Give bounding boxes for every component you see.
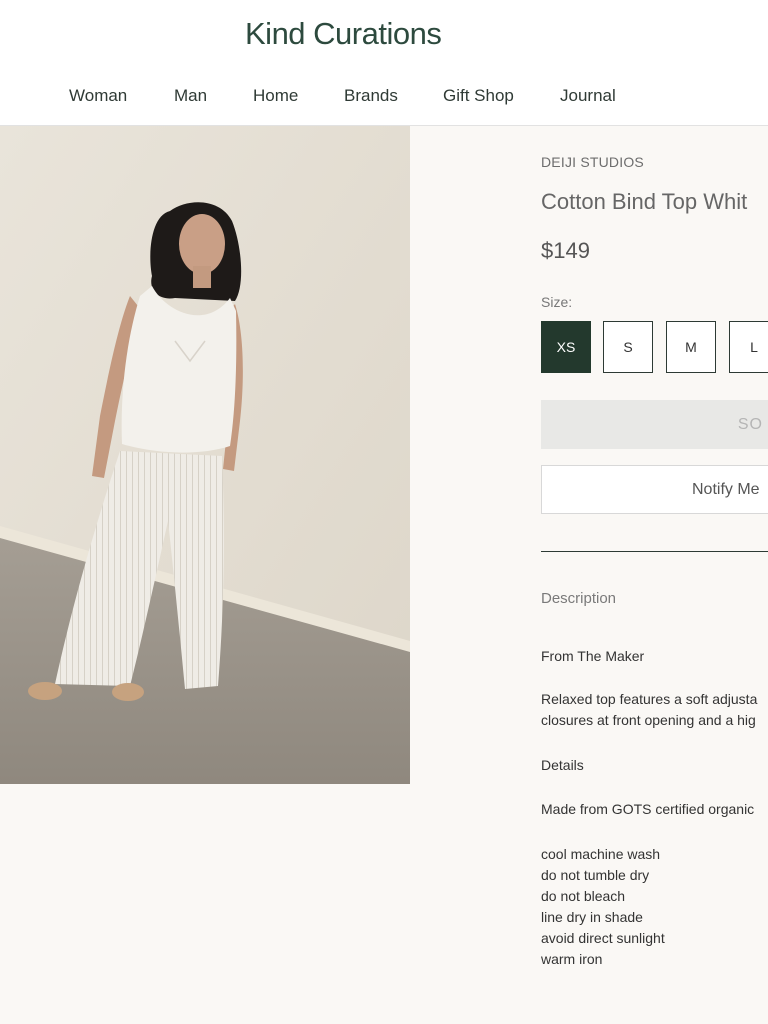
care-item: warm iron xyxy=(541,951,603,967)
size-option-xs[interactable]: XS xyxy=(541,321,591,373)
nav-home[interactable]: Home xyxy=(253,86,298,106)
nav-brands[interactable]: Brands xyxy=(344,86,398,106)
size-option-m[interactable]: M xyxy=(666,321,716,373)
nav-woman[interactable]: Woman xyxy=(69,86,127,106)
section-divider xyxy=(541,551,768,552)
product-title: Cotton Bind Top Whit xyxy=(541,189,748,214)
size-option-s[interactable]: S xyxy=(603,321,653,373)
care-item: cool machine wash xyxy=(541,846,661,862)
product-image[interactable] xyxy=(0,126,410,784)
sold-out-button[interactable]: SO xyxy=(541,400,768,449)
care-item: do not tumble dry xyxy=(541,867,650,883)
notify-me-label: Notify Me xyxy=(692,480,760,498)
description-heading[interactable]: Description xyxy=(541,590,616,607)
product-info: DEIJI STUDIOS Cotton Bind Top Whit $149 … xyxy=(541,126,768,1024)
care-item: do not bleach xyxy=(541,888,626,904)
site-header: Kind Curations Woman Man Home Brands Gif… xyxy=(0,0,768,126)
nav-man[interactable]: Man xyxy=(174,86,207,106)
site-logo[interactable]: Kind Curations xyxy=(245,16,442,52)
size-label: Size: xyxy=(541,294,573,310)
sold-out-label: SO xyxy=(737,415,763,433)
maker-text-line-2: closures at front opening and a hig xyxy=(541,712,756,728)
nav-gift-shop[interactable]: Gift Shop xyxy=(443,86,514,106)
product-photo xyxy=(0,126,410,784)
nav-journal[interactable]: Journal xyxy=(560,86,616,106)
care-list: cool machine wash do not tumble dry do n… xyxy=(541,844,665,970)
product-brand[interactable]: DEIJI STUDIOS xyxy=(541,154,644,170)
size-option-l[interactable]: L xyxy=(729,321,768,373)
material-text: Made from GOTS certified organic xyxy=(541,801,755,817)
care-item: avoid direct sunlight xyxy=(541,930,665,946)
notify-me-button[interactable]: Notify Me xyxy=(541,465,768,514)
product-price: $149 xyxy=(541,238,590,263)
from-maker-heading: From The Maker xyxy=(541,648,645,664)
care-item: line dry in shade xyxy=(541,909,643,925)
main-nav: Woman Man Home Brands Gift Shop Journal xyxy=(0,86,768,108)
details-heading: Details xyxy=(541,757,584,773)
maker-text-line-1: Relaxed top features a soft adjusta xyxy=(541,691,758,707)
